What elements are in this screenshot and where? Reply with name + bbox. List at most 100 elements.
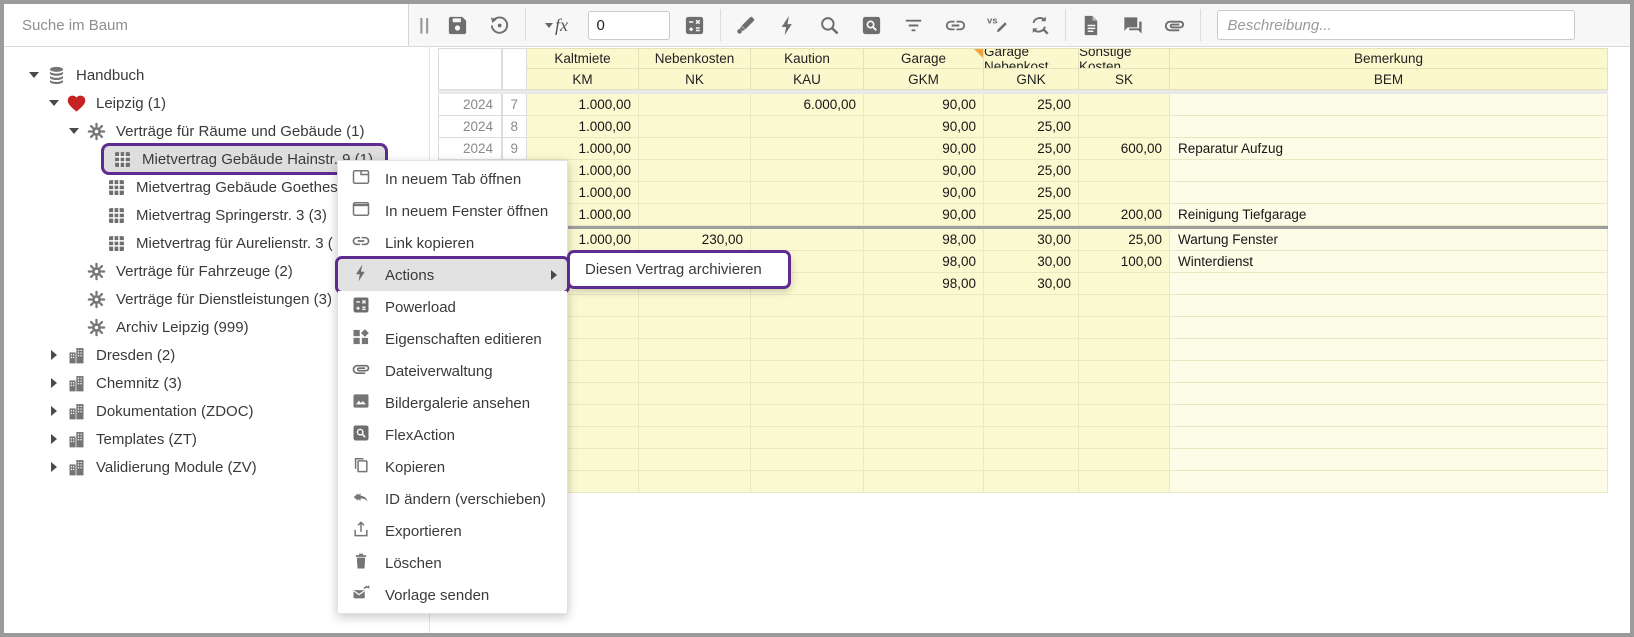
grid-cell[interactable] <box>864 471 984 493</box>
context-menu-item[interactable]: In neuem Tab öffnen <box>338 163 567 195</box>
grid-cell[interactable]: 1.000,00 <box>527 94 639 116</box>
grid-cell[interactable]: 90,00 <box>864 204 984 226</box>
expander-right-icon[interactable] <box>44 345 64 365</box>
grid-cell[interactable]: 25,00 <box>984 204 1079 226</box>
grid-cell[interactable] <box>1170 317 1608 339</box>
grid-cell[interactable]: Reinigung Tiefgarage <box>1170 204 1608 226</box>
expander-right-icon[interactable] <box>44 401 64 421</box>
grid-cell[interactable]: Reparatur Aufzug <box>1170 138 1608 160</box>
grid-cell[interactable] <box>639 383 751 405</box>
grid-cell[interactable] <box>639 317 751 339</box>
grid-cell[interactable]: 600,00 <box>1079 138 1170 160</box>
grid-cell[interactable] <box>1170 295 1608 317</box>
row-header-year[interactable]: 2024 <box>438 138 502 160</box>
grid-cell[interactable] <box>1079 273 1170 295</box>
grid-cell[interactable] <box>864 317 984 339</box>
grid-cell[interactable] <box>751 317 864 339</box>
grid-cell[interactable] <box>751 449 864 471</box>
grid-cell[interactable] <box>1170 273 1608 295</box>
grid-cell[interactable]: 90,00 <box>864 116 984 138</box>
grid-cell[interactable] <box>751 339 864 361</box>
grid-cell[interactable] <box>864 339 984 361</box>
grid-cell[interactable] <box>864 295 984 317</box>
grid-cell[interactable] <box>639 182 751 204</box>
grid-cell[interactable] <box>984 471 1079 493</box>
grid-cell[interactable] <box>1079 339 1170 361</box>
grid-cell[interactable]: 25,00 <box>984 94 1079 116</box>
grid-cell[interactable] <box>751 427 864 449</box>
grid-cell[interactable] <box>984 405 1079 427</box>
tree-item[interactable]: Leipzig (1) <box>4 89 429 117</box>
grid-cell[interactable] <box>1079 317 1170 339</box>
grid-cell[interactable] <box>1170 449 1608 471</box>
expander-down-icon[interactable] <box>44 93 64 113</box>
context-menu-item[interactable]: Löschen <box>338 547 567 579</box>
grid-cell[interactable] <box>639 94 751 116</box>
grid-cell[interactable]: 98,00 <box>864 251 984 273</box>
context-menu-item[interactable]: Actions <box>338 259 567 291</box>
grid-cell[interactable]: 1.000,00 <box>527 116 639 138</box>
grid-cell[interactable] <box>864 427 984 449</box>
row-header-num[interactable]: 8 <box>502 116 527 138</box>
context-menu-item[interactable]: FlexAction <box>338 419 567 451</box>
grid-cell[interactable] <box>1170 383 1608 405</box>
grid-cell[interactable] <box>984 339 1079 361</box>
grid-cell[interactable] <box>984 361 1079 383</box>
context-menu-item[interactable]: Powerload <box>338 291 567 323</box>
grid-cell[interactable]: 90,00 <box>864 94 984 116</box>
history-icon[interactable] <box>483 8 517 42</box>
grid-cell[interactable]: 25,00 <box>984 160 1079 182</box>
grid-cell[interactable] <box>1170 182 1608 204</box>
grid-cell[interactable] <box>1170 116 1608 138</box>
grid-cell[interactable]: 30,00 <box>984 273 1079 295</box>
grid-cell[interactable]: 98,00 <box>864 229 984 251</box>
context-menu-item[interactable]: Vorlage senden <box>338 579 567 611</box>
grid-cell[interactable]: Winterdienst <box>1170 251 1608 273</box>
grid-cell[interactable] <box>751 182 864 204</box>
grid-cell[interactable] <box>639 471 751 493</box>
grid-cell[interactable]: 25,00 <box>1079 229 1170 251</box>
grid-cell[interactable] <box>864 449 984 471</box>
save-icon[interactable] <box>441 8 475 42</box>
grid-cell[interactable]: 90,00 <box>864 138 984 160</box>
grid-cell[interactable] <box>639 427 751 449</box>
description-input[interactable] <box>1217 10 1575 40</box>
expander-down-icon[interactable] <box>24 65 44 85</box>
grid-cell[interactable] <box>1079 449 1170 471</box>
grid-cell[interactable] <box>1170 471 1608 493</box>
grid-cell[interactable]: 6.000,00 <box>751 94 864 116</box>
grid-cell[interactable] <box>1079 182 1170 204</box>
grid-cell[interactable] <box>1079 427 1170 449</box>
filter-icon[interactable] <box>897 8 931 42</box>
expander-right-icon[interactable] <box>44 373 64 393</box>
grid-cell[interactable] <box>1079 295 1170 317</box>
grid-cell[interactable] <box>751 361 864 383</box>
grid-cell[interactable] <box>751 295 864 317</box>
grid-cell[interactable] <box>864 383 984 405</box>
grid-cell[interactable] <box>751 138 864 160</box>
vs-edit-icon[interactable]: vs <box>981 8 1015 42</box>
chat-icon[interactable] <box>1116 8 1150 42</box>
context-menu-item[interactable]: Dateiverwaltung <box>338 355 567 387</box>
grid-cell[interactable]: 200,00 <box>1079 204 1170 226</box>
grid-cell[interactable]: 90,00 <box>864 160 984 182</box>
expander-right-icon[interactable] <box>44 457 64 477</box>
expander-right-icon[interactable] <box>44 429 64 449</box>
grid-cell[interactable] <box>639 405 751 427</box>
tree-search-input[interactable] <box>4 17 408 34</box>
grid-cell[interactable]: Wartung Fenster <box>1170 229 1608 251</box>
grid-cell[interactable] <box>1079 383 1170 405</box>
grid-cell[interactable] <box>864 405 984 427</box>
brush-icon[interactable] <box>729 8 763 42</box>
grid-cell[interactable] <box>751 204 864 226</box>
context-menu-item[interactable]: Bildergalerie ansehen <box>338 387 567 419</box>
search-icon[interactable] <box>813 8 847 42</box>
paperclip-icon[interactable] <box>1158 8 1192 42</box>
grid-cell[interactable] <box>751 471 864 493</box>
grid-cell[interactable] <box>1170 427 1608 449</box>
grid-cell[interactable]: 98,00 <box>864 273 984 295</box>
tree-item[interactable]: Handbuch <box>4 61 429 89</box>
context-menu-item[interactable]: Eigenschaften editieren <box>338 323 567 355</box>
fx-dropdown[interactable]: fx <box>534 8 580 42</box>
document-icon[interactable] <box>1074 8 1108 42</box>
